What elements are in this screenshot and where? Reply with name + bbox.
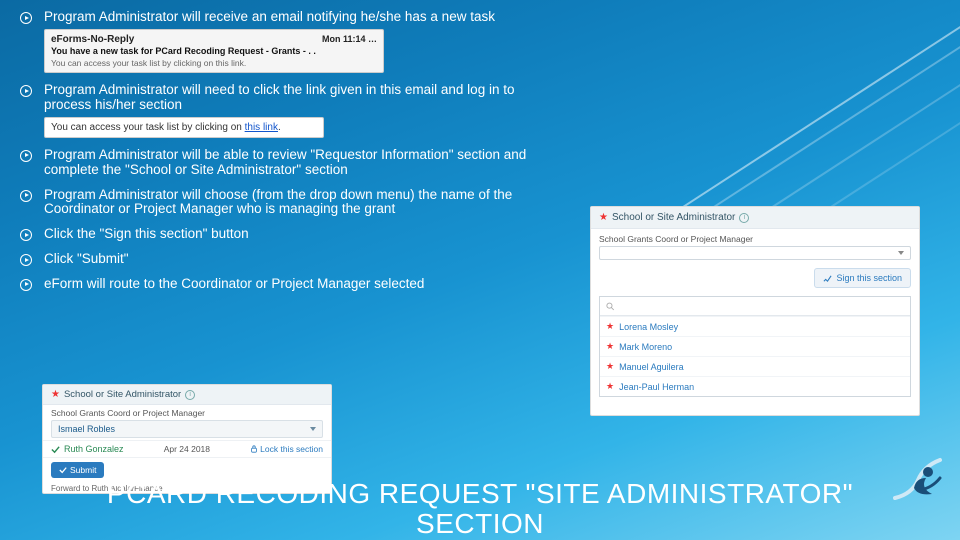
submit-label: Submit xyxy=(70,465,96,475)
submit-button[interactable]: Submit xyxy=(51,462,104,478)
email-subject: You have a new task for PCard Recoding R… xyxy=(51,46,377,57)
dropdown-option[interactable]: ★ Lorena Mosley xyxy=(600,316,910,336)
dropdown-search-input[interactable] xyxy=(619,301,904,311)
star-icon: ★ xyxy=(606,341,614,352)
signed-name: Ruth Gonzalez xyxy=(64,444,124,454)
bullet-list: Program Administrator will receive an em… xyxy=(14,10,564,292)
email-body: You can access your task list by clickin… xyxy=(51,58,377,69)
star-icon: ★ xyxy=(606,381,614,392)
slide-title: PCARD RECODING REQUEST "SITE ADMINISTRAT… xyxy=(0,479,960,538)
signed-date: Apr 24 2018 xyxy=(164,444,210,454)
option-label: Mark Moreno xyxy=(619,342,672,352)
option-label: Jean-Paul Herman xyxy=(619,382,694,392)
link-suffix: . xyxy=(278,122,281,133)
star-icon: ★ xyxy=(606,321,614,332)
slide: Program Administrator will receive an em… xyxy=(0,0,960,540)
panel-header-text: School or Site Administrator xyxy=(612,212,735,223)
chevron-down-icon xyxy=(310,427,316,431)
link-screenshot: You can access your task list by clickin… xyxy=(44,117,324,138)
dropdown-search[interactable] xyxy=(600,297,910,316)
bullet-item: Program Administrator will be able to re… xyxy=(14,148,564,178)
bullet-text: Click the "Sign this section" button xyxy=(44,226,249,241)
bullet-item: Click the "Sign this section" button xyxy=(14,227,564,242)
search-icon xyxy=(606,302,615,311)
option-label: Manuel Aguilera xyxy=(619,362,684,372)
signed-check: Ruth Gonzalez xyxy=(51,444,124,454)
lock-label: Lock this section xyxy=(260,444,323,454)
accent-line xyxy=(681,20,960,228)
email-screenshot: Mon 11:14 … eForms-No-Reply You have a n… xyxy=(44,29,384,73)
panel-header: ★ School or Site Administrator i xyxy=(43,385,331,405)
coordinator-select[interactable] xyxy=(599,246,911,260)
chevron-down-icon xyxy=(898,251,904,255)
option-label: Lorena Mosley xyxy=(619,322,678,332)
info-icon[interactable]: i xyxy=(185,390,195,400)
bullet-item: Program Administrator will need to click… xyxy=(14,83,564,138)
link-text[interactable]: this link xyxy=(245,122,278,133)
email-time: Mon 11:14 … xyxy=(322,34,377,45)
lock-section-button[interactable]: Lock this section xyxy=(250,444,323,454)
coordinator-field[interactable]: Ismael Robles xyxy=(51,420,323,438)
bullet-text: Program Administrator will choose (from … xyxy=(44,187,512,217)
required-star-icon: ★ xyxy=(51,389,60,400)
required-star-icon: ★ xyxy=(599,212,608,223)
sign-label: Sign this section xyxy=(836,273,902,283)
dropdown-option[interactable]: ★ Jean-Paul Herman xyxy=(600,376,910,396)
bullet-text: Program Administrator will be able to re… xyxy=(44,147,526,177)
field-value: Ismael Robles xyxy=(58,424,115,434)
bullet-item: eForm will route to the Coordinator or P… xyxy=(14,277,564,292)
bullet-text: Click "Submit" xyxy=(44,251,129,266)
bullet-item: Click "Submit" xyxy=(14,252,564,267)
panel-header-text: School or Site Administrator xyxy=(64,389,181,400)
coordinator-dropdown: ★ Lorena Mosley ★ Mark Moreno ★ Manuel Agui… xyxy=(599,296,911,397)
panel-site-admin-select: ★ School or Site Administrator i School … xyxy=(590,206,920,416)
bullet-item: Program Administrator will receive an em… xyxy=(14,10,564,73)
star-icon: ★ xyxy=(606,361,614,372)
panel-header: ★ School or Site Administrator i xyxy=(591,207,919,229)
bullet-text: Program Administrator will need to click… xyxy=(44,82,514,112)
sign-section-button[interactable]: Sign this section xyxy=(814,268,911,288)
logo xyxy=(890,450,946,506)
sign-row: Sign this section xyxy=(591,260,919,296)
field-label: School Grants Coord or Project Manager xyxy=(43,405,331,418)
link-prefix: You can access your task list by clickin… xyxy=(51,122,245,133)
info-icon[interactable]: i xyxy=(739,213,749,223)
signature-row: Ruth Gonzalez Apr 24 2018 Lock this sect… xyxy=(43,440,331,457)
bullet-column: Program Administrator will receive an em… xyxy=(14,10,564,302)
bullet-text: eForm will route to the Coordinator or P… xyxy=(44,276,424,291)
dropdown-option[interactable]: ★ Mark Moreno xyxy=(600,336,910,356)
field-label: School Grants Coord or Project Manager xyxy=(591,229,919,246)
dropdown-option[interactable]: ★ Manuel Aguilera xyxy=(600,356,910,376)
bullet-text: Program Administrator will receive an em… xyxy=(44,9,495,24)
bullet-item: Program Administrator will choose (from … xyxy=(14,188,564,218)
